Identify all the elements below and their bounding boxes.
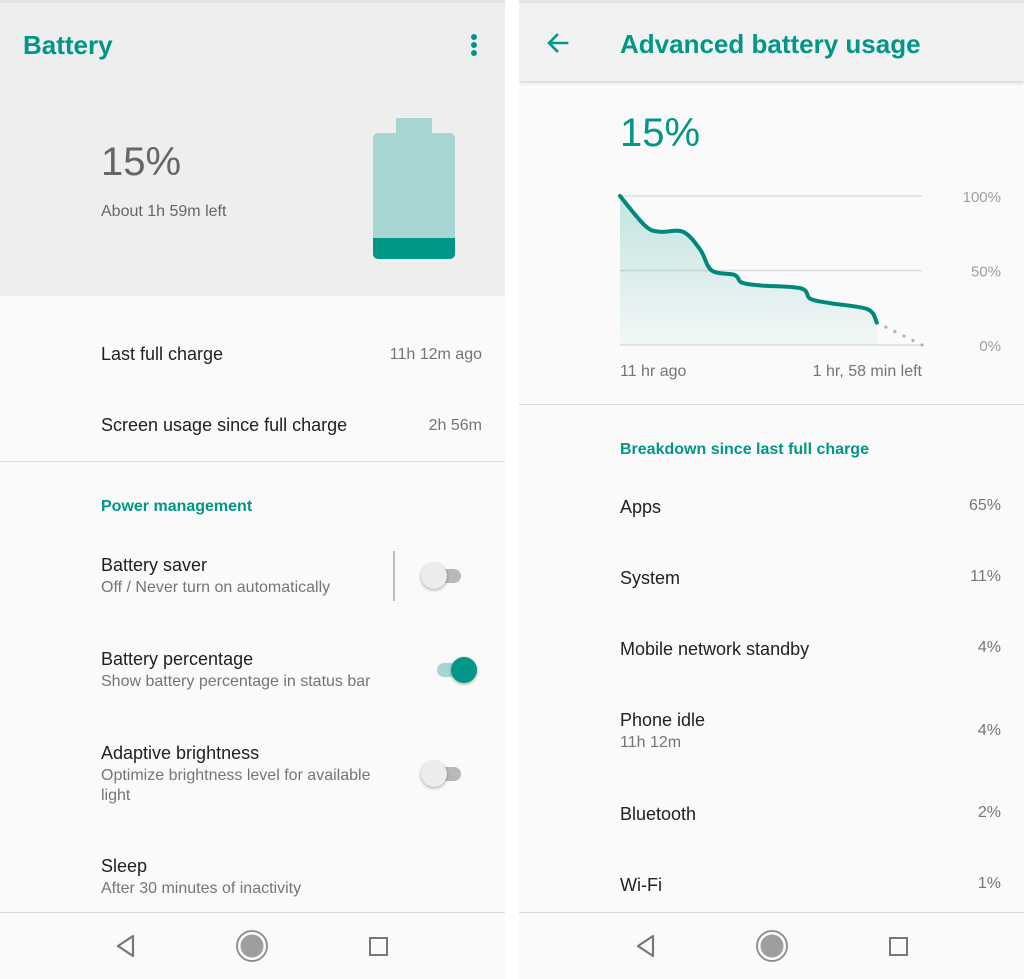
breakdown-sublabel: 11h 12m <box>620 734 682 751</box>
divider <box>393 551 395 601</box>
nav-recents-icon[interactable] <box>361 929 395 963</box>
projection-dot <box>902 334 906 338</box>
setting-title: Battery saver <box>101 555 208 575</box>
stat-label: Screen usage since full charge <box>101 415 348 435</box>
page-title: Advanced battery usage <box>620 29 921 59</box>
more-vert-icon[interactable] <box>464 31 484 59</box>
navigation-bar <box>519 912 1024 979</box>
breakdown-item-mobile-network-standby[interactable]: Mobile network standby 4% <box>620 639 1001 660</box>
breakdown-label: Wi-Fi <box>620 875 662 895</box>
battery-usage-chart: 100% 50% 0% 11 hr ago 1 hr, 58 min left <box>618 189 1001 380</box>
breakdown-value: 4% <box>977 639 1001 656</box>
stat-value: 2h 56m <box>428 417 482 434</box>
setting-subtitle: Optimize brightness level for available … <box>101 767 371 804</box>
projection-dot <box>884 325 888 329</box>
setting-subtitle: Show battery percentage in status bar <box>101 673 371 690</box>
breakdown-item-bluetooth[interactable]: Bluetooth 2% <box>620 804 1001 825</box>
projection-dot <box>893 329 897 334</box>
y-tick-label: 0% <box>979 338 1001 355</box>
nav-home-icon[interactable] <box>235 929 269 963</box>
nav-recents-icon[interactable] <box>881 929 915 963</box>
divider <box>0 461 505 462</box>
breakdown-item-system[interactable]: System 11% <box>620 568 1001 589</box>
screen-usage-row: Screen usage since full charge 2h 56m <box>101 415 482 436</box>
arrow-back-icon[interactable] <box>543 28 573 58</box>
breakdown-value: 11% <box>970 568 1001 585</box>
breakdown-label: Mobile network standby <box>620 639 810 659</box>
breakdown-label: Apps <box>620 497 662 517</box>
breakdown-item-apps[interactable]: Apps 65% <box>620 497 1001 518</box>
last-full-charge-row: Last full charge 11h 12m ago <box>101 344 482 365</box>
x-end-label: 1 hr, 58 min left <box>813 363 923 380</box>
adaptive-brightness-toggle[interactable] <box>421 761 467 787</box>
time-remaining: About 1h 59m left <box>101 203 227 220</box>
breakdown-label: Bluetooth <box>620 804 697 824</box>
advanced-battery-usage-screen: Advanced battery usage 15% 100% 50% 0% 11 h… <box>519 0 1024 979</box>
sleep-item[interactable]: Sleep After 30 minutes of inactivity <box>101 856 482 899</box>
divider <box>519 404 1024 405</box>
projection-dot <box>920 343 924 347</box>
battery-screen: Battery 15% About 1h 59m left Last full … <box>0 0 505 979</box>
breakdown-value: 2% <box>977 804 1001 821</box>
breakdown-value: 65% <box>968 497 1001 514</box>
stat-value: 11h 12m ago <box>389 346 482 363</box>
y-tick-label: 50% <box>971 264 1001 281</box>
x-start-label: 11 hr ago <box>620 363 687 380</box>
battery-saver-toggle[interactable] <box>421 563 467 589</box>
setting-title: Adaptive brightness <box>101 743 260 763</box>
battery-level-fill <box>373 238 455 259</box>
nav-back-icon[interactable] <box>109 929 143 963</box>
nav-home-icon[interactable] <box>755 929 789 963</box>
setting-title: Sleep <box>101 856 148 876</box>
page-title: Battery <box>23 30 113 60</box>
adaptive-brightness-item[interactable]: Adaptive brightness Optimize brightness … <box>101 743 395 806</box>
app-bar: Advanced battery usage <box>519 3 1024 81</box>
battery-percentage-item[interactable]: Battery percentage Show battery percenta… <box>101 649 405 692</box>
breakdown-label: Phone idle <box>620 710 706 730</box>
navigation-bar <box>0 912 505 979</box>
breakdown-item-wifi[interactable]: Wi-Fi 1% <box>620 875 1001 896</box>
section-header-power-management: Power management <box>101 498 253 515</box>
setting-subtitle: Off / Never turn on automatically <box>101 579 331 596</box>
breakdown-value: 1% <box>977 875 1001 892</box>
battery-header: Battery 15% About 1h 59m left <box>0 3 505 296</box>
battery-percent: 15% <box>101 140 182 184</box>
projection-dot <box>911 338 915 343</box>
breakdown-value: 4% <box>977 722 1001 739</box>
battery-percentage-toggle[interactable] <box>431 657 477 683</box>
breakdown-label: System <box>620 568 681 588</box>
battery-icon <box>373 118 455 259</box>
nav-back-icon[interactable] <box>629 929 663 963</box>
section-header-breakdown: Breakdown since last full charge <box>620 441 869 458</box>
y-tick-label: 100% <box>963 189 1001 206</box>
battery-percent: 15% <box>620 111 701 155</box>
setting-subtitle: After 30 minutes of inactivity <box>101 880 302 897</box>
battery-saver-item[interactable]: Battery saver Off / Never turn on automa… <box>101 555 385 598</box>
setting-title: Battery percentage <box>101 649 254 669</box>
breakdown-item-phone-idle[interactable]: Phone idle 11h 12m 4% <box>620 710 1001 753</box>
